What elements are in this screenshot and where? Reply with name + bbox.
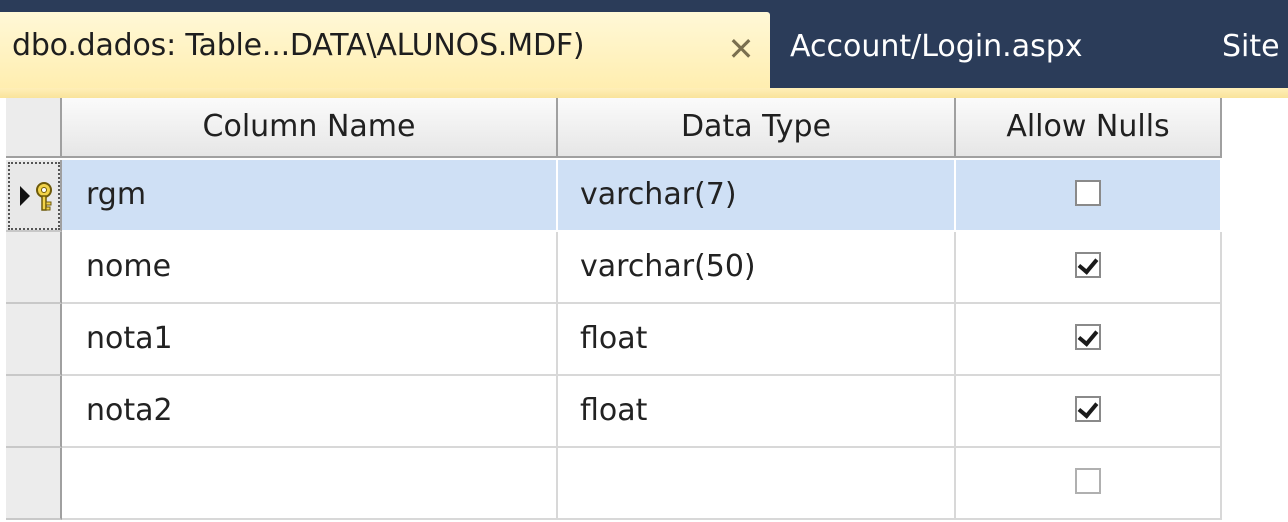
allow-nulls-checkbox[interactable]: [1075, 395, 1101, 422]
tab-label: dbo.dados: Table...DATA\ALUNOS.MDF): [12, 28, 585, 63]
data-type-cell[interactable]: float: [558, 304, 956, 376]
table-row-new[interactable]: [0, 448, 1288, 520]
allow-nulls-checkbox[interactable]: [1075, 323, 1101, 350]
row-selector[interactable]: [6, 376, 62, 448]
current-row-arrow-icon: [20, 182, 52, 211]
row-selector[interactable]: [6, 448, 62, 520]
header-corner: [6, 98, 62, 158]
data-type-cell[interactable]: varchar(50): [558, 232, 956, 304]
allow-nulls-cell[interactable]: [956, 160, 1222, 232]
allow-nulls-cell[interactable]: [956, 448, 1222, 520]
data-type-cell[interactable]: float: [558, 376, 956, 448]
column-name-cell[interactable]: nome: [62, 232, 558, 304]
tab-label: Account/Login.aspx: [790, 29, 1083, 64]
allow-nulls-cell[interactable]: [956, 376, 1222, 448]
allow-nulls-checkbox[interactable]: [1075, 467, 1101, 494]
table-row[interactable]: rgm varchar(7): [0, 160, 1288, 232]
tab-table-designer[interactable]: dbo.dados: Table...DATA\ALUNOS.MDF) ✕: [0, 12, 770, 88]
table-designer-window: dbo.dados: Table...DATA\ALUNOS.MDF) ✕ Ac…: [0, 0, 1288, 522]
tab-accent-bar: [0, 88, 1288, 98]
row-selector[interactable]: [6, 160, 62, 232]
table-row[interactable]: nome varchar(50): [0, 232, 1288, 304]
column-name-cell[interactable]: nota2: [62, 376, 558, 448]
row-selector[interactable]: [6, 304, 62, 376]
tab-label: Site: [1222, 29, 1280, 64]
close-icon[interactable]: ✕: [722, 30, 760, 68]
column-name-cell[interactable]: [62, 448, 558, 520]
header-allow-nulls[interactable]: Allow Nulls: [956, 98, 1222, 158]
allow-nulls-cell[interactable]: [956, 232, 1222, 304]
data-type-cell[interactable]: [558, 448, 956, 520]
table-row[interactable]: nota2 float: [0, 376, 1288, 448]
allow-nulls-checkbox[interactable]: [1075, 251, 1101, 278]
data-type-cell[interactable]: varchar(7): [558, 160, 956, 232]
header-column-name[interactable]: Column Name: [62, 98, 558, 158]
column-name-cell[interactable]: nota1: [62, 304, 558, 376]
primary-key-icon: [18, 180, 62, 212]
row-selector[interactable]: [6, 232, 62, 304]
tab-account-login[interactable]: Account/Login.aspx: [790, 14, 1083, 80]
table-row[interactable]: nota1 float: [0, 304, 1288, 376]
allow-nulls-checkbox[interactable]: [1075, 179, 1101, 206]
allow-nulls-cell[interactable]: [956, 304, 1222, 376]
column-grid: Column Name Data Type Allow Nulls rgm va…: [0, 98, 1288, 522]
column-name-cell[interactable]: rgm: [62, 160, 558, 232]
document-tab-strip: dbo.dados: Table...DATA\ALUNOS.MDF) ✕ Ac…: [0, 0, 1288, 98]
header-data-type[interactable]: Data Type: [558, 98, 956, 158]
tab-site[interactable]: Site: [1222, 14, 1280, 80]
